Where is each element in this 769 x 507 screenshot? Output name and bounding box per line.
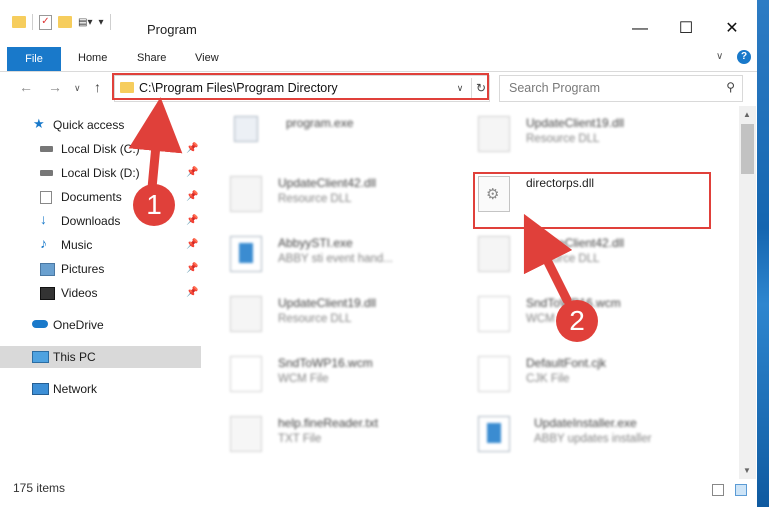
step-1-badge: 1: [133, 184, 175, 226]
desktop-background: [757, 0, 769, 507]
arrow-step-2: [523, 213, 573, 305]
arrow-step-1: [128, 97, 183, 193]
file-explorer-window: ✓ ▤▾ ▾ Program — ☐ ✕ File Home Share Vie…: [0, 0, 757, 507]
annotation-arrows: [128, 97, 573, 305]
step-2-badge: 2: [556, 300, 598, 342]
